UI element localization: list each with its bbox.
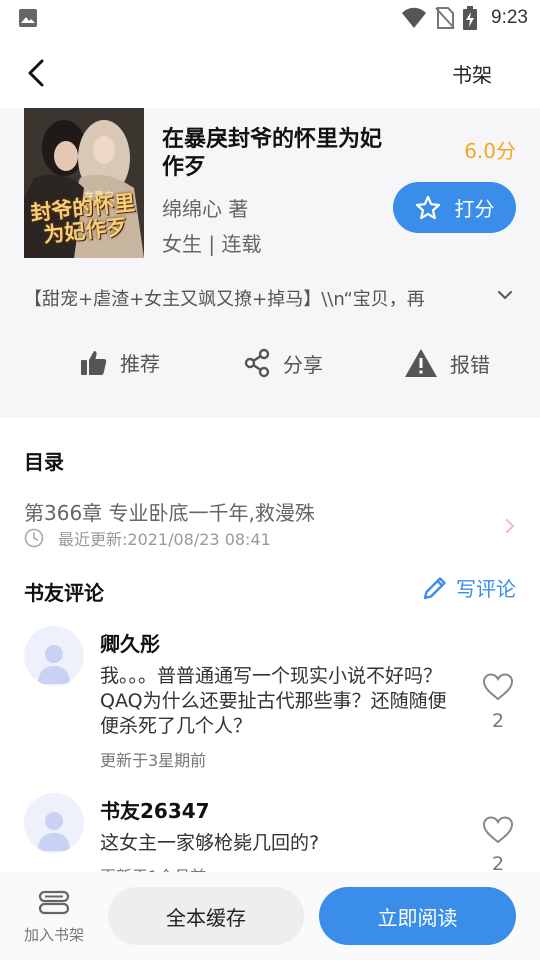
user-avatar-icon <box>38 812 70 851</box>
pencil-icon <box>423 576 446 599</box>
avatar[interactable] <box>24 793 84 853</box>
chevron-right-icon[interactable] <box>504 517 516 535</box>
write-review-button[interactable]: 写评论 <box>422 573 516 602</box>
report-error-button[interactable]: 报错 <box>404 348 490 378</box>
status-bar: 9:23 <box>0 0 540 36</box>
warning-icon <box>405 349 437 377</box>
user-avatar-icon <box>38 645 70 684</box>
review-text: 我。。。普普通通写一个现实小说不好吗？QAQ为什么还要扯古代那些事？还随随便便杀… <box>100 665 447 737</box>
reviewer-name[interactable]: 书友26347 <box>100 795 210 824</box>
review-text: 这女主一家够枪毙几回的? <box>100 832 320 854</box>
add-to-shelf-label: 加入书架 <box>23 926 84 944</box>
latest-update-row: 最近更新:2021/08/23 08:41 <box>24 526 271 550</box>
share-icon <box>244 348 270 378</box>
clock-icon <box>24 528 44 548</box>
latest-chapter-link[interactable]: 第366章 专业卧底一千年,救漫殊 <box>24 497 315 526</box>
app-bar: 书架 <box>0 36 540 108</box>
cache-all-button[interactable]: 全本缓存 <box>108 887 304 945</box>
recommend-label: 推荐 <box>120 352 160 376</box>
star-outline-icon <box>415 195 440 219</box>
no-sim-icon <box>435 7 455 29</box>
heart-outline-icon <box>482 673 514 701</box>
reviewer-name[interactable]: 卿久彤 <box>100 628 160 657</box>
add-to-shelf-button[interactable]: 加入书架 <box>18 890 90 945</box>
toc-heading: 目录 <box>24 450 64 474</box>
rate-button[interactable]: 打分 <box>393 182 516 233</box>
share-label: 分享 <box>283 352 323 377</box>
like-button[interactable]: 2 <box>482 815 514 875</box>
book-synopsis[interactable]: 【甜宠+虐渣+女主又飒又撩+掉马】\\n“宝贝，再 <box>24 285 479 311</box>
wifi-icon <box>402 7 427 28</box>
book-detail-panel: 在暴戾 封爷的怀里为妃作歹 在暴戾封爷的怀里为妃作歹 绵绵心 著 女生 | 连载… <box>0 108 540 418</box>
write-review-label: 写评论 <box>456 577 516 601</box>
reviews-heading: 书友评论 <box>24 581 104 605</box>
bookshelf-link[interactable]: 书架 <box>452 59 492 88</box>
book-author[interactable]: 绵绵心 著 <box>162 193 248 222</box>
back-arrow-icon[interactable] <box>22 56 52 90</box>
like-button[interactable]: 2 <box>482 672 514 732</box>
rate-button-label: 打分 <box>454 197 495 221</box>
review-time: 更新于3星期前 <box>100 751 207 770</box>
chevron-down-icon[interactable] <box>496 288 514 302</box>
read-now-button[interactable]: 立即阅读 <box>319 887 516 945</box>
like-count: 2 <box>491 710 505 732</box>
image-notification-icon <box>19 9 37 27</box>
recommend-button[interactable]: 推荐 <box>80 348 160 377</box>
latest-update-time: 最近更新:2021/08/23 08:41 <box>58 530 271 549</box>
share-button[interactable]: 分享 <box>243 348 323 378</box>
book-score: 6.0分 <box>464 139 516 163</box>
bookshelf-add-icon <box>38 890 70 915</box>
report-error-label: 报错 <box>450 352 490 377</box>
book-category-status: 女生 | 连载 <box>162 232 262 256</box>
book-title: 在暴戾封爷的怀里为妃作歹 <box>162 127 383 180</box>
book-actions: 推荐 分享 报错 <box>0 340 540 390</box>
thumbs-up-icon <box>81 350 107 375</box>
bottom-action-bar: 加入书架 全本缓存 立即阅读 <box>0 872 540 960</box>
clock: 9:23 <box>491 7 528 28</box>
book-cover[interactable]: 在暴戾 封爷的怀里为妃作歹 <box>24 108 144 258</box>
avatar[interactable] <box>24 626 84 686</box>
battery-charging-icon <box>463 6 478 30</box>
heart-outline-icon <box>482 816 514 844</box>
